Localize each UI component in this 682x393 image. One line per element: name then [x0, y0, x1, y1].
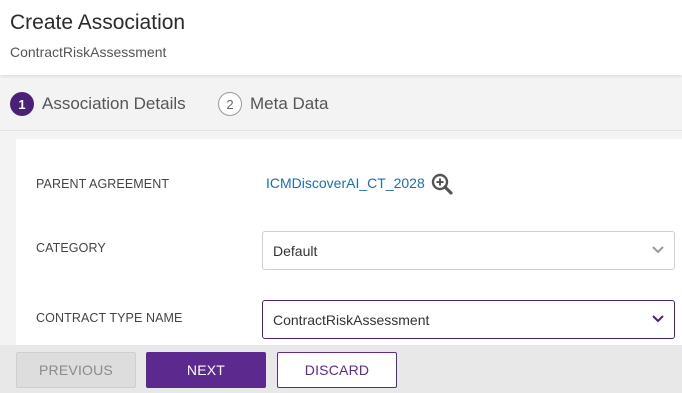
wizard-steps: 1 Association Details 2 Meta Data: [0, 78, 682, 131]
page-header: Create Association ContractRiskAssessmen…: [0, 0, 682, 75]
chevron-down-icon: [652, 246, 664, 254]
category-label: CATEGORY: [36, 241, 106, 255]
association-form: PARENT AGREEMENT ICMDiscoverAI_CT_2028 C…: [16, 139, 682, 351]
zoom-in-icon[interactable]: [430, 172, 454, 196]
contract-type-name-label: CONTRACT TYPE NAME: [36, 311, 183, 325]
step-number: 1: [10, 92, 34, 116]
contract-type-name-value: ContractRiskAssessment: [273, 312, 430, 328]
step-label: Meta Data: [250, 94, 329, 113]
category-select[interactable]: Default: [262, 231, 675, 270]
step-association-details[interactable]: 1 Association Details: [10, 91, 186, 117]
category-value: Default: [273, 243, 318, 259]
page-subtitle: ContractRiskAssessment: [10, 44, 167, 60]
next-button[interactable]: NEXT: [146, 352, 266, 388]
previous-button[interactable]: PREVIOUS: [16, 352, 136, 388]
discard-button[interactable]: DISCARD: [277, 352, 397, 388]
step-label: Association Details: [42, 94, 186, 113]
chevron-down-icon: [652, 315, 664, 323]
page-title: Create Association: [10, 11, 186, 34]
step-number: 2: [218, 92, 242, 116]
footer-bar: PREVIOUS NEXT DISCARD: [0, 345, 682, 393]
parent-agreement-label: PARENT AGREEMENT: [36, 177, 170, 191]
parent-agreement-link[interactable]: ICMDiscoverAI_CT_2028: [266, 175, 425, 191]
step-meta-data[interactable]: 2 Meta Data: [218, 91, 328, 117]
contract-type-name-select[interactable]: ContractRiskAssessment: [262, 300, 675, 339]
